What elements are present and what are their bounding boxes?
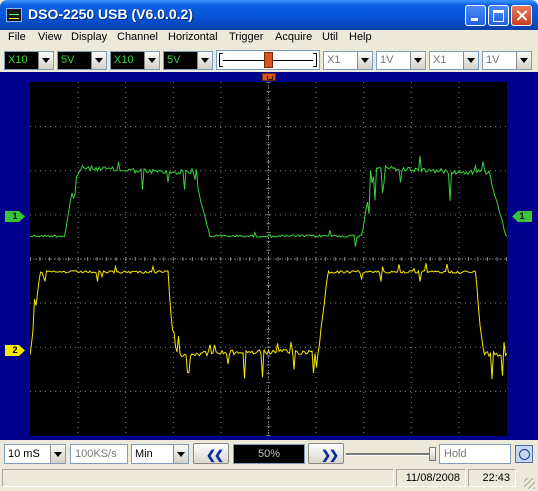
menu-trigger[interactable]: Trigger xyxy=(229,31,263,43)
ch4-probe-value: X1 xyxy=(433,54,447,66)
ch3-probe-value: X1 xyxy=(327,54,341,66)
ch3-probe-select[interactable]: X1 xyxy=(323,51,373,70)
bracket-right-icon xyxy=(313,53,317,67)
scroll-right-button[interactable]: ❯❯ xyxy=(308,443,344,464)
ch3-volts-value: 1V xyxy=(380,54,394,66)
close-button[interactable] xyxy=(511,5,532,26)
timebase-select[interactable]: 10 mS xyxy=(4,444,66,464)
ch1-probe-select[interactable]: X10 xyxy=(4,51,54,70)
chevron-down-icon[interactable] xyxy=(463,52,478,69)
intensity-slider[interactable] xyxy=(346,447,436,461)
waveform-display[interactable] xyxy=(30,82,507,436)
trigger-marker-icon[interactable] xyxy=(262,73,276,81)
ch4-volts-select[interactable]: 1V xyxy=(482,51,532,70)
chevron-down-icon[interactable] xyxy=(91,52,106,69)
slider-thumb[interactable] xyxy=(429,447,436,461)
refresh-icon[interactable] xyxy=(515,445,533,463)
ch2-probe-select[interactable]: X10 xyxy=(110,51,160,70)
acquire-mode-select[interactable]: Min xyxy=(131,444,189,464)
acquire-mode-value: Min xyxy=(135,448,153,460)
horizontal-position-display: 50% xyxy=(233,444,305,464)
window-title: DSO-2250 USB (V6.0.0.2) xyxy=(28,6,193,22)
horizontal-position-value: 50% xyxy=(257,448,281,460)
maximize-button[interactable] xyxy=(488,5,509,26)
chevron-down-icon[interactable] xyxy=(173,445,188,463)
timebase-value: 10 mS xyxy=(8,448,40,460)
status-date-pane: 11/08/2008 xyxy=(396,469,466,487)
scroll-left-button[interactable]: ❮❮ xyxy=(193,443,229,464)
run-state-value: Hold xyxy=(444,448,467,460)
double-right-icon: ❯❯ xyxy=(321,448,339,462)
chevron-down-icon[interactable] xyxy=(357,52,372,69)
chevron-down-icon[interactable] xyxy=(410,52,425,69)
menu-view[interactable]: View xyxy=(38,31,62,43)
ch4-volts-value: 1V xyxy=(486,54,500,66)
chevron-down-icon[interactable] xyxy=(50,445,65,463)
slider-track xyxy=(346,453,432,456)
status-date: 11/08/2008 xyxy=(405,472,460,484)
chevron-down-icon[interactable] xyxy=(144,52,159,69)
menu-display[interactable]: Display xyxy=(71,31,107,43)
ch2-volts-select[interactable]: 5V xyxy=(163,51,213,70)
menu-util[interactable]: Util xyxy=(322,31,338,43)
ch4-probe-select[interactable]: X1 xyxy=(429,51,479,70)
app-icon[interactable] xyxy=(6,8,22,22)
trigger-knob[interactable] xyxy=(264,52,273,68)
run-state-display[interactable]: Hold xyxy=(439,444,511,464)
status-message-pane xyxy=(2,469,394,487)
ch1-probe-value: X10 xyxy=(8,54,28,66)
ch2-probe-value: X10 xyxy=(114,54,134,66)
menu-horizontal[interactable]: Horizontal xyxy=(168,31,218,43)
chevron-down-icon[interactable] xyxy=(197,52,212,69)
trigger-position-slider[interactable] xyxy=(216,50,320,70)
status-time: 22:43 xyxy=(482,472,510,484)
menu-help[interactable]: Help xyxy=(349,31,372,43)
minimize-button[interactable] xyxy=(465,5,486,26)
ch1-volts-value: 5V xyxy=(61,54,75,66)
sample-rate-display: 100KS/s xyxy=(70,444,128,464)
ch2-volts-value: 5V xyxy=(167,54,181,66)
chevron-down-icon[interactable] xyxy=(516,52,531,69)
ch3-volts-select[interactable]: 1V xyxy=(376,51,426,70)
chevron-down-icon[interactable] xyxy=(38,52,53,69)
menu-file[interactable]: File xyxy=(8,31,26,43)
menu-acquire[interactable]: Acquire xyxy=(275,31,312,43)
resize-grip-icon[interactable] xyxy=(524,478,535,489)
sample-rate-value: 100KS/s xyxy=(75,448,117,460)
double-left-icon: ❮❮ xyxy=(206,448,224,462)
ch1-volts-select[interactable]: 5V xyxy=(57,51,107,70)
menu-channel[interactable]: Channel xyxy=(117,31,158,43)
status-time-pane: 22:43 xyxy=(468,469,516,487)
